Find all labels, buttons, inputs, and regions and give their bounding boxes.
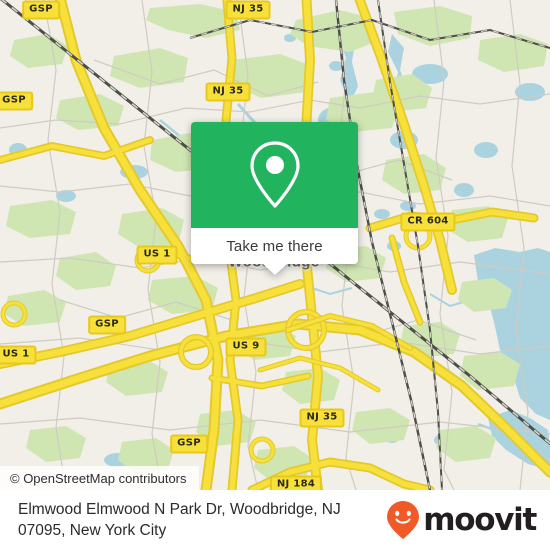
address-text: Elmwood Elmwood N Park Dr, Woodbridge, N… (18, 501, 341, 539)
location-popup[interactable]: Take me there (191, 122, 358, 275)
road-shield-nj184: NJ 184 (269, 475, 323, 490)
take-me-there-label: Take me there (226, 237, 323, 255)
road-shield-gsp-2: GSP (0, 91, 33, 111)
road-shield-cr604: CR 604 (400, 212, 456, 232)
popup-tail (262, 264, 287, 275)
map-screen: Woodbridge GSP NJ 35 GSP NJ 35 CR 604 US… (0, 0, 550, 550)
road-shield-us1-1: US 1 (136, 245, 178, 265)
popup-image-panel (191, 122, 358, 228)
road-shield-nj35-1: NJ 35 (225, 0, 271, 20)
road-shield-gsp-3: GSP (88, 315, 126, 335)
moovit-logo: moovit (386, 500, 537, 540)
road-shield-nj35-3: NJ 35 (299, 408, 345, 428)
take-me-there-button[interactable]: Take me there (191, 228, 358, 264)
road-shield-us1-2: US 1 (0, 345, 37, 365)
road-shield-gsp-1: GSP (22, 0, 60, 20)
location-pin-icon (249, 141, 300, 208)
road-shield-nj35-2: NJ 35 (205, 82, 251, 102)
moovit-wordmark: moovit (423, 501, 537, 538)
moovit-smiley-pin-icon (387, 501, 420, 539)
road-shield-us9: US 9 (225, 337, 267, 357)
road-shield-gsp-4: GSP (170, 434, 208, 454)
attribution-text: © OpenStreetMap contributors (10, 470, 187, 486)
map-canvas[interactable]: Woodbridge GSP NJ 35 GSP NJ 35 CR 604 US… (0, 0, 550, 490)
footer-bar: Elmwood Elmwood N Park Dr, Woodbridge, N… (0, 490, 550, 550)
map-attribution[interactable]: © OpenStreetMap contributors (0, 466, 199, 490)
